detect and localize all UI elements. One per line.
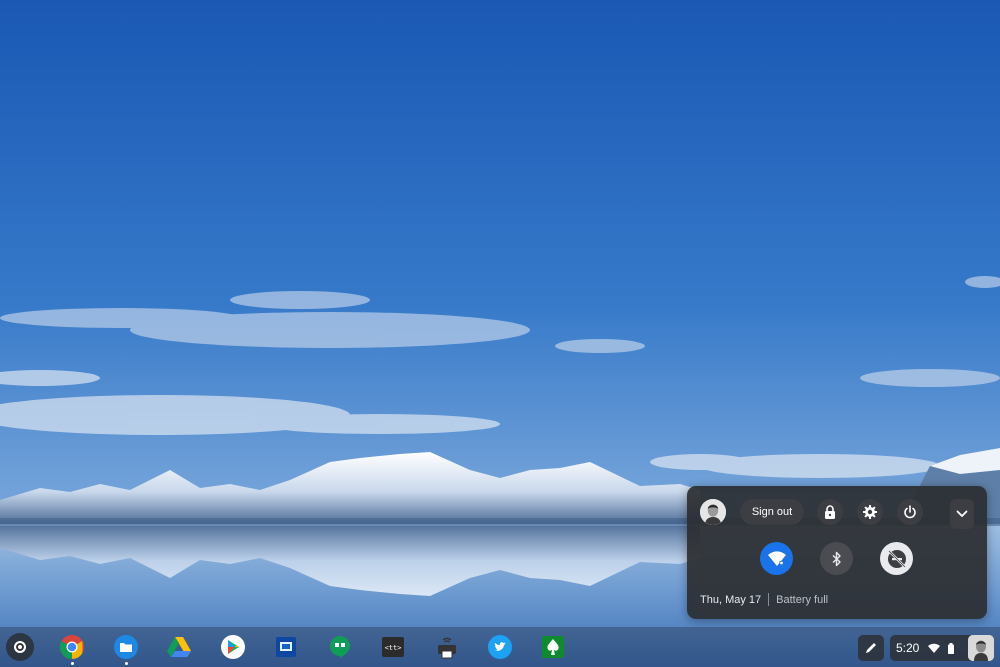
lock-button[interactable] — [817, 499, 843, 525]
battery-status: Battery full — [776, 593, 829, 606]
twitter-icon — [488, 635, 512, 659]
stylus-tools-button[interactable] — [858, 635, 884, 661]
hangouts-icon — [330, 636, 350, 658]
shelf-app-twitter[interactable] — [487, 634, 513, 660]
do-not-disturb-icon — [887, 549, 906, 568]
user-avatar[interactable] — [700, 499, 726, 525]
shelf-app-hangouts[interactable] — [327, 634, 353, 660]
spade-card-icon — [542, 636, 564, 658]
chrome-icon — [59, 635, 84, 659]
chevron-down-icon — [956, 510, 968, 518]
shelf-app-play-store[interactable] — [220, 634, 246, 660]
user-avatar — [968, 635, 994, 661]
settings-icon — [863, 505, 877, 519]
settings-button[interactable] — [857, 499, 883, 525]
shelf-app-remote-desktop[interactable] — [273, 634, 299, 660]
clock-time: 5:20 — [896, 641, 920, 655]
power-button[interactable] — [897, 499, 923, 525]
launcher-button[interactable] — [6, 633, 34, 661]
shelf-app-printer[interactable] — [434, 634, 460, 660]
running-indicator — [124, 662, 128, 665]
shelf-app-chrome[interactable] — [59, 634, 85, 665]
printer-icon — [438, 637, 456, 659]
bluetooth-toggle[interactable] — [820, 542, 853, 575]
shelf-app-secure-shell[interactable]: <tt> — [380, 634, 406, 660]
do-not-disturb-toggle[interactable] — [880, 542, 913, 575]
files-icon — [114, 635, 138, 659]
wifi-icon — [767, 551, 786, 566]
play-store-icon — [221, 635, 245, 659]
terminal-icon: <tt> — [382, 637, 404, 657]
wifi-toggle[interactable] — [760, 542, 793, 575]
status-area[interactable]: 5:20 — [890, 635, 994, 661]
battery-icon — [948, 642, 954, 654]
svg-text:<tt>: <tt> — [385, 644, 402, 652]
shelf-app-drive[interactable] — [166, 634, 192, 660]
shelf-app-solitaire[interactable] — [540, 634, 566, 660]
lock-icon — [825, 505, 835, 519]
wifi-icon — [928, 643, 940, 653]
date-label[interactable]: Thu, May 17 — [700, 594, 761, 606]
collapse-menu-button[interactable] — [950, 499, 974, 529]
sign-out-button[interactable]: Sign out — [740, 499, 804, 525]
shelf-app-files[interactable] — [113, 634, 139, 665]
tray-footer: Thu, May 17 Battery full — [700, 593, 828, 606]
shelf: <tt> 5:20 — [0, 627, 1000, 667]
stylus-icon — [866, 643, 876, 653]
power-icon — [904, 505, 916, 519]
bluetooth-icon — [832, 551, 841, 566]
running-indicator — [70, 662, 74, 665]
google-drive-icon — [167, 637, 191, 657]
launcher-icon — [14, 641, 26, 653]
remote-desktop-icon — [276, 637, 296, 657]
system-tray-menu: Sign out Thu, May 17 Battery full — [687, 486, 987, 619]
divider — [768, 593, 770, 606]
